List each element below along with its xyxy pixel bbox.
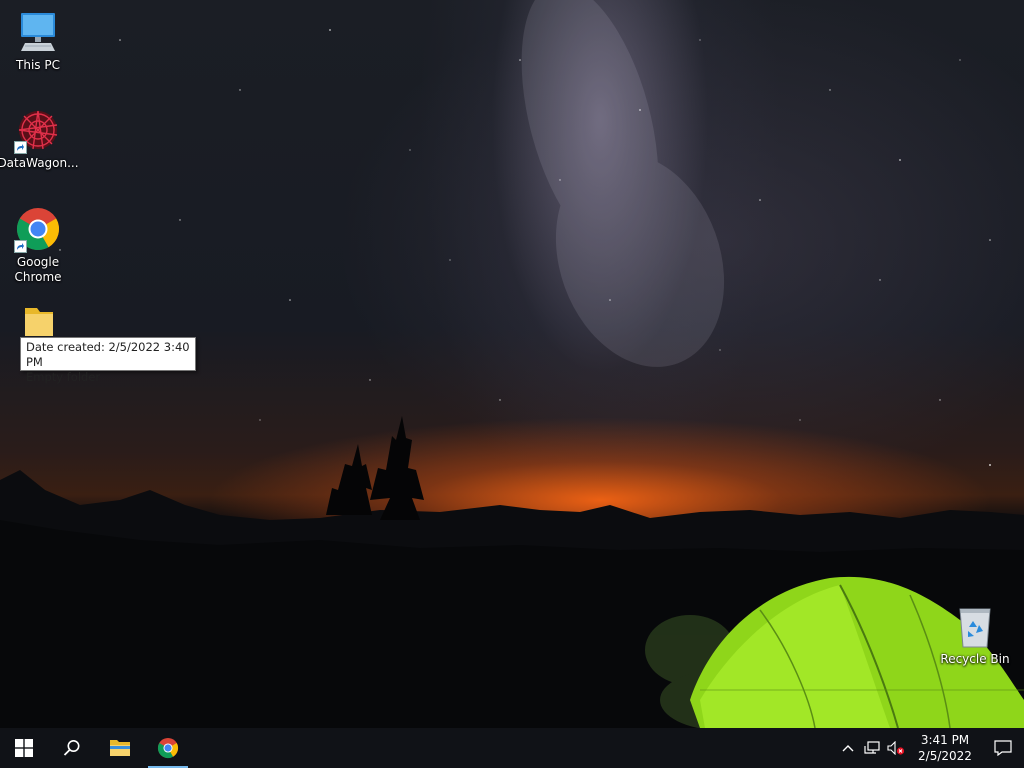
desktop-icon-this-pc[interactable]: This PC: [0, 8, 76, 73]
search-icon: [63, 740, 80, 756]
icon-label: DataWagon...: [0, 156, 79, 170]
volume-button[interactable]: [884, 728, 908, 768]
network-icon: [864, 741, 880, 754]
clock-button[interactable]: 3:41 PM 2/5/2022: [908, 728, 982, 768]
recycle-bin-icon: [951, 602, 999, 650]
show-hidden-icons-button[interactable]: [836, 728, 860, 768]
desktop-icon-new-folder[interactable]: [0, 304, 76, 338]
computer-icon: [14, 8, 62, 56]
chrome-icon: [157, 737, 179, 759]
taskbar: 3:41 PM 2/5/2022: [0, 728, 1024, 768]
icon-label: Google Chrome: [14, 255, 62, 284]
taskbar-google-chrome[interactable]: [144, 728, 192, 768]
tooltip-date-created: Date created: 2/5/2022 3:40 PM: [26, 340, 190, 369]
tooltip-folder-status: Empty folder: [26, 370, 101, 384]
desktop-icon-datawagon[interactable]: DataWagon...: [0, 106, 79, 171]
shortcut-arrow-icon: [14, 240, 27, 253]
folder-icon: [14, 304, 62, 338]
search-button[interactable]: [48, 728, 96, 768]
taskbar-file-explorer[interactable]: [96, 728, 144, 768]
volume-muted-icon: [887, 741, 905, 755]
start-button[interactable]: [0, 728, 48, 768]
windows-logo-icon: [15, 739, 33, 757]
action-center-icon: [994, 740, 1012, 756]
datawagon-app-icon: [14, 106, 62, 154]
folder-icon: [110, 740, 130, 756]
shortcut-arrow-icon: [14, 141, 27, 154]
icon-label: Recycle Bin: [940, 652, 1010, 666]
chevron-up-icon: [842, 745, 854, 752]
network-button[interactable]: [860, 728, 884, 768]
folder-tooltip: Date created: 2/5/2022 3:40 PM Empty fol…: [20, 337, 196, 384]
action-center-button[interactable]: [982, 728, 1024, 768]
clock-date: 2/5/2022: [918, 749, 972, 763]
clock-time: 3:41 PM: [920, 733, 970, 747]
chrome-icon: [14, 205, 62, 253]
desktop-icon-google-chrome[interactable]: Google Chrome: [0, 205, 76, 285]
desktop-icon-recycle-bin[interactable]: Recycle Bin: [937, 602, 1013, 667]
icon-label: This PC: [16, 58, 60, 72]
system-tray: 3:41 PM 2/5/2022: [836, 728, 1024, 768]
